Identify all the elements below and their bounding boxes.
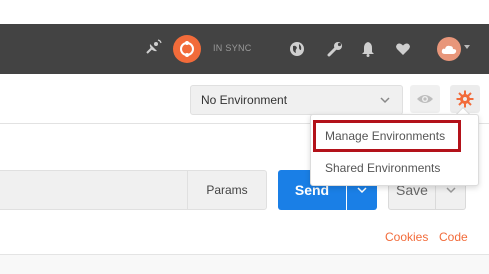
cookies-link[interactable]: Cookies — [385, 230, 428, 244]
menu-item-manage-environments[interactable]: Manage Environments — [311, 123, 478, 149]
menu-item-label: Shared Environments — [325, 161, 441, 175]
params-label: Params — [206, 183, 248, 197]
chevron-down-icon — [380, 97, 390, 104]
avatar-cloud-icon — [441, 45, 457, 54]
url-input[interactable] — [0, 170, 188, 210]
menu-item-shared-environments[interactable]: Shared Environments — [311, 155, 478, 181]
code-link[interactable]: Code — [439, 230, 468, 244]
sync-icon[interactable] — [173, 35, 201, 63]
top-strip — [0, 0, 489, 24]
environment-select-value: No Environment — [201, 93, 288, 107]
avatar-caret-icon[interactable] — [464, 45, 470, 49]
wrench-icon[interactable] — [325, 38, 345, 60]
environment-settings-menu: Manage Environments Shared Environments — [310, 114, 479, 186]
sync-status: IN SYNC — [213, 43, 252, 53]
avatar[interactable] — [437, 37, 461, 61]
environment-select[interactable]: No Environment — [190, 85, 403, 115]
menu-item-label: Manage Environments — [325, 129, 446, 143]
heart-icon[interactable] — [393, 38, 413, 60]
eye-icon — [417, 95, 433, 103]
globe-icon[interactable] — [287, 38, 307, 60]
params-button[interactable]: Params — [187, 170, 267, 210]
quick-look-button[interactable] — [410, 85, 440, 113]
bell-icon[interactable] — [358, 38, 378, 60]
gear-icon — [456, 90, 474, 108]
chevron-down-icon — [357, 187, 367, 194]
satellite-icon[interactable] — [143, 37, 163, 59]
chevron-down-icon — [445, 187, 456, 194]
